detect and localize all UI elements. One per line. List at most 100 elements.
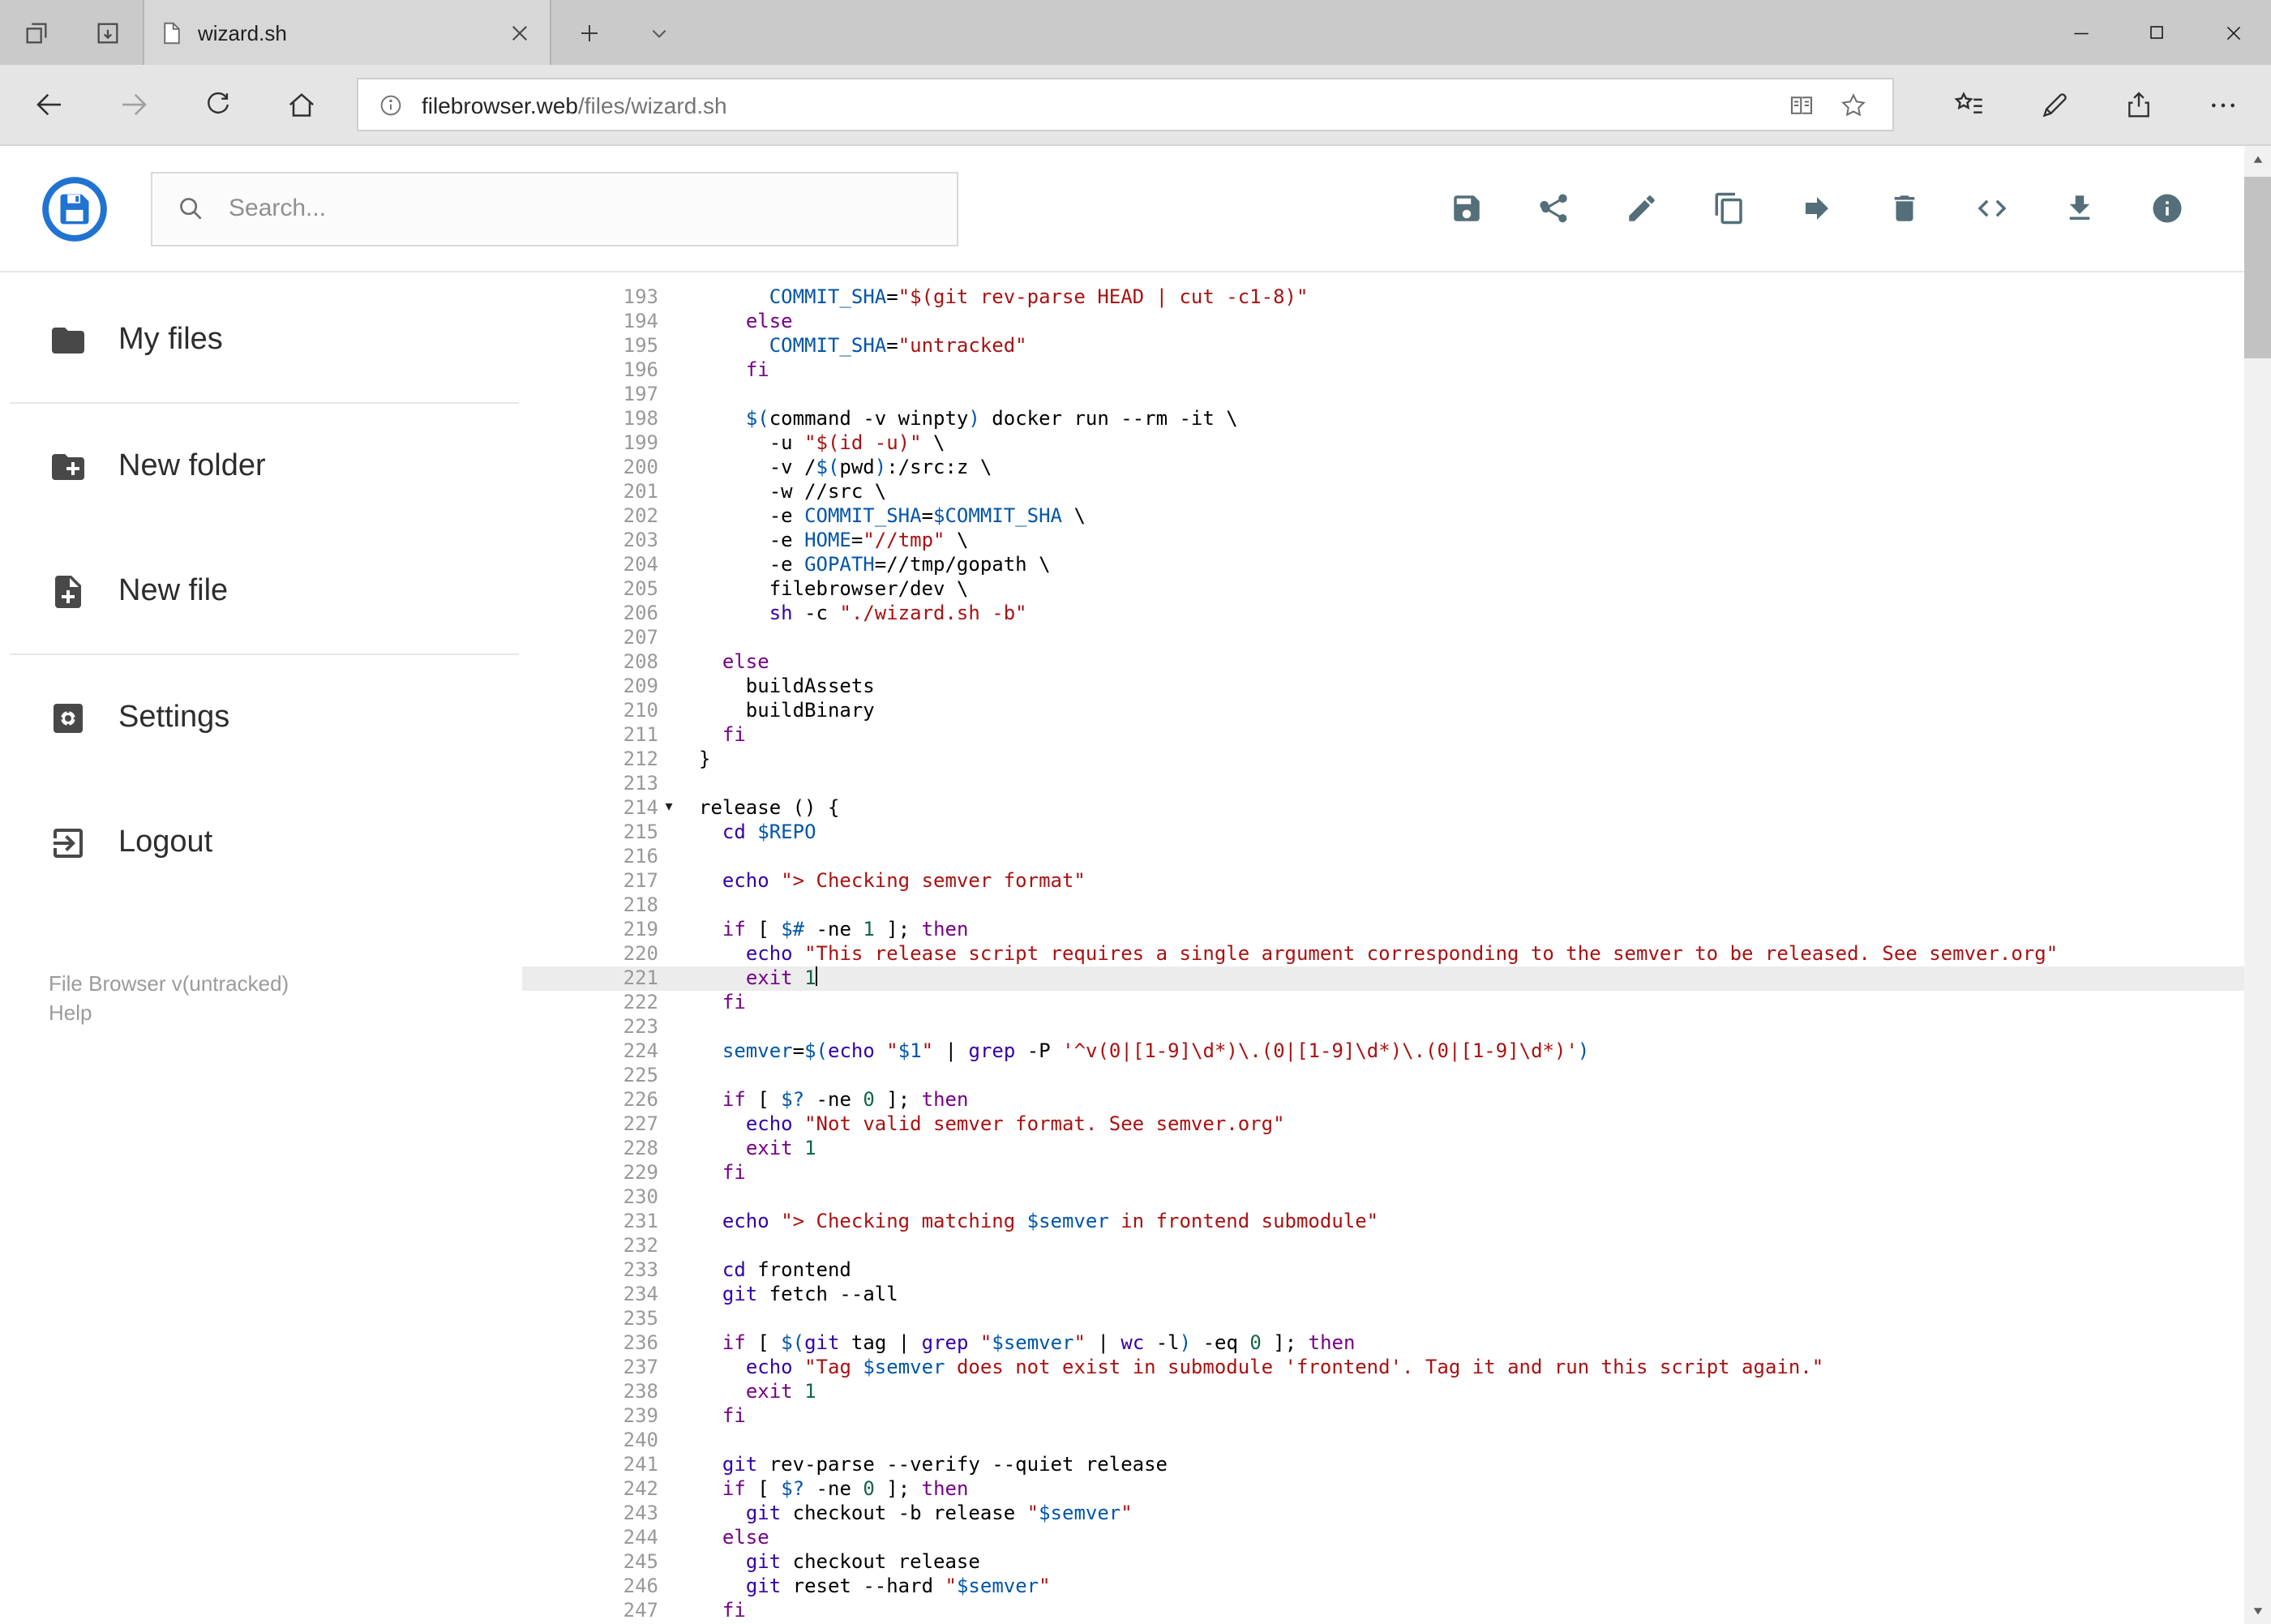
code-line[interactable]: 246 git reset --hard "$semver" bbox=[522, 1575, 2271, 1599]
save-button[interactable] bbox=[1423, 165, 1510, 252]
web-notes-button[interactable] bbox=[2012, 65, 2096, 144]
copy-button[interactable] bbox=[1686, 165, 1773, 252]
move-button[interactable] bbox=[1773, 165, 1861, 252]
share-button[interactable] bbox=[1510, 165, 1598, 252]
code-line[interactable]: 208 else bbox=[522, 650, 2271, 675]
code-line[interactable]: 232 bbox=[522, 1234, 2271, 1258]
download-button[interactable] bbox=[2036, 165, 2123, 252]
code-line[interactable]: 221 exit 1 bbox=[522, 966, 2271, 991]
code-button[interactable] bbox=[1948, 165, 2036, 252]
code-line[interactable]: 233 cd frontend bbox=[522, 1258, 2271, 1283]
new-tab-button[interactable] bbox=[551, 0, 626, 65]
code-line[interactable]: 244 else bbox=[522, 1526, 2271, 1550]
code-line[interactable]: 199 -u "$(id -u)" \ bbox=[522, 431, 2271, 456]
code-line[interactable]: 213 bbox=[522, 772, 2271, 796]
scroll-up-button[interactable] bbox=[2243, 146, 2271, 174]
code-line[interactable]: 198 $(command -v winpty) docker run --rm… bbox=[522, 407, 2271, 431]
code-line[interactable]: 209 buildAssets bbox=[522, 675, 2271, 699]
forward-button[interactable] bbox=[91, 65, 175, 144]
sidebar-item-my-files[interactable]: My files bbox=[0, 277, 522, 402]
code-line[interactable]: 235 bbox=[522, 1307, 2271, 1331]
triangle-down-icon bbox=[2250, 1603, 2265, 1618]
code-line[interactable]: 203 -e HOME="//tmp" \ bbox=[522, 529, 2271, 553]
code-line[interactable]: 219 if [ $# -ne 1 ]; then bbox=[522, 918, 2271, 942]
code-editor[interactable]: 193 COMMIT_SHA="$(git rev-parse HEAD | c… bbox=[522, 272, 2271, 1624]
code-line[interactable]: 214 ▾ release () { bbox=[522, 796, 2271, 821]
sidebar-item-new-file[interactable]: New file bbox=[0, 529, 522, 653]
info-icon[interactable] bbox=[371, 92, 410, 118]
code-line[interactable]: 224 semver=$(echo "$1" | grep -P '^v(0|[… bbox=[522, 1039, 2271, 1064]
refresh-button[interactable] bbox=[175, 65, 259, 144]
tabs-set-aside-button[interactable] bbox=[0, 0, 71, 65]
code-line[interactable]: 215 cd $REPO bbox=[522, 821, 2271, 845]
home-button[interactable] bbox=[259, 65, 344, 144]
code-line[interactable]: 227 echo "Not valid semver format. See s… bbox=[522, 1112, 2271, 1137]
code-line[interactable]: 202 -e COMMIT_SHA=$COMMIT_SHA \ bbox=[522, 504, 2271, 529]
code-line[interactable]: 207 bbox=[522, 626, 2271, 650]
code-line[interactable]: 220 echo "This release script requires a… bbox=[522, 942, 2271, 966]
code-line[interactable]: 238 exit 1 bbox=[522, 1380, 2271, 1404]
code-line[interactable]: 205 filebrowser/dev \ bbox=[522, 577, 2271, 602]
sidebar-item-settings[interactable]: Settings bbox=[0, 655, 522, 780]
tab-preview-toggle-button[interactable] bbox=[626, 0, 691, 65]
back-button[interactable] bbox=[6, 65, 91, 144]
delete-button[interactable] bbox=[1861, 165, 1948, 252]
fold-gutter bbox=[658, 1477, 679, 1502]
hub-button[interactable] bbox=[1927, 65, 2012, 144]
browser-share-button[interactable] bbox=[2096, 65, 2180, 144]
code-line[interactable]: 212} bbox=[522, 748, 2271, 772]
code-line[interactable]: 243 git checkout -b release "$semver" bbox=[522, 1502, 2271, 1526]
code-line[interactable]: 223 bbox=[522, 1015, 2271, 1039]
tab-close-button[interactable] bbox=[504, 18, 533, 47]
code-line[interactable]: 230 bbox=[522, 1185, 2271, 1210]
share-arrow-icon bbox=[2122, 88, 2154, 121]
edit-button[interactable] bbox=[1598, 165, 1686, 252]
code-line[interactable]: 239 fi bbox=[522, 1404, 2271, 1429]
code-line[interactable]: 228 exit 1 bbox=[522, 1137, 2271, 1161]
code-line[interactable]: 200 -v /$(pwd):/src:z \ bbox=[522, 456, 2271, 480]
minimize-button[interactable] bbox=[2042, 0, 2119, 65]
code-line[interactable]: 193 COMMIT_SHA="$(git rev-parse HEAD | c… bbox=[522, 285, 2271, 310]
code-line[interactable]: 236 if [ $(git tag | grep "$semver" | wc… bbox=[522, 1331, 2271, 1356]
code-line[interactable]: 196 fi bbox=[522, 358, 2271, 383]
code-line[interactable]: 211 fi bbox=[522, 723, 2271, 748]
code-line[interactable]: 216 bbox=[522, 845, 2271, 869]
code-line[interactable]: 229 fi bbox=[522, 1161, 2271, 1185]
code-line[interactable]: 195 COMMIT_SHA="untracked" bbox=[522, 334, 2271, 358]
scroll-down-button[interactable] bbox=[2243, 1596, 2271, 1624]
code-line[interactable]: 204 -e GOPATH=//tmp/gopath \ bbox=[522, 553, 2271, 577]
code-line[interactable]: 234 git fetch --all bbox=[522, 1283, 2271, 1307]
code-line[interactable]: 241 git rev-parse --verify --quiet relea… bbox=[522, 1453, 2271, 1477]
fold-marker-icon[interactable]: ▾ bbox=[658, 796, 679, 821]
code-line[interactable]: 226 if [ $? -ne 0 ]; then bbox=[522, 1088, 2271, 1112]
code-line[interactable]: 242 if [ $? -ne 0 ]; then bbox=[522, 1477, 2271, 1502]
code-line[interactable]: 201 -w //src \ bbox=[522, 480, 2271, 504]
code-line[interactable]: 217 echo "> Checking semver format" bbox=[522, 869, 2271, 893]
scrollbar-thumb[interactable] bbox=[2243, 177, 2271, 358]
more-button[interactable] bbox=[2180, 65, 2265, 144]
code-line[interactable]: 237 echo "Tag $semver does not exist in … bbox=[522, 1356, 2271, 1380]
address-bar[interactable]: filebrowser.web/files/wizard.sh bbox=[357, 78, 1894, 131]
sidebar-item-new-folder[interactable]: New folder bbox=[0, 404, 522, 529]
set-tabs-aside-button[interactable] bbox=[71, 0, 143, 65]
maximize-button[interactable] bbox=[2119, 0, 2195, 65]
code-line[interactable]: 210 buildBinary bbox=[522, 699, 2271, 723]
code-line[interactable]: 218 bbox=[522, 893, 2271, 918]
info-button[interactable] bbox=[2123, 165, 2211, 252]
sidebar-item-logout[interactable]: Logout bbox=[0, 780, 522, 905]
code-line[interactable]: 222 fi bbox=[522, 991, 2271, 1015]
code-line[interactable]: 245 git checkout release bbox=[522, 1550, 2271, 1575]
search-input[interactable] bbox=[225, 193, 934, 224]
code-line[interactable]: 194 else bbox=[522, 310, 2271, 334]
code-line[interactable]: 247 fi bbox=[522, 1599, 2271, 1623]
reading-view-button[interactable] bbox=[1776, 79, 1828, 131]
browser-tab[interactable]: wizard.sh bbox=[143, 0, 551, 65]
close-window-button[interactable] bbox=[2195, 0, 2271, 65]
code-line[interactable]: 225 bbox=[522, 1064, 2271, 1088]
code-line[interactable]: 197 bbox=[522, 383, 2271, 407]
help-link[interactable]: Help bbox=[49, 999, 522, 1028]
code-line[interactable]: 240 bbox=[522, 1429, 2271, 1453]
code-line[interactable]: 231 echo "> Checking matching $semver in… bbox=[522, 1210, 2271, 1234]
add-favorite-button[interactable] bbox=[1828, 79, 1879, 131]
code-line[interactable]: 206 sh -c "./wizard.sh -b" bbox=[522, 602, 2271, 626]
